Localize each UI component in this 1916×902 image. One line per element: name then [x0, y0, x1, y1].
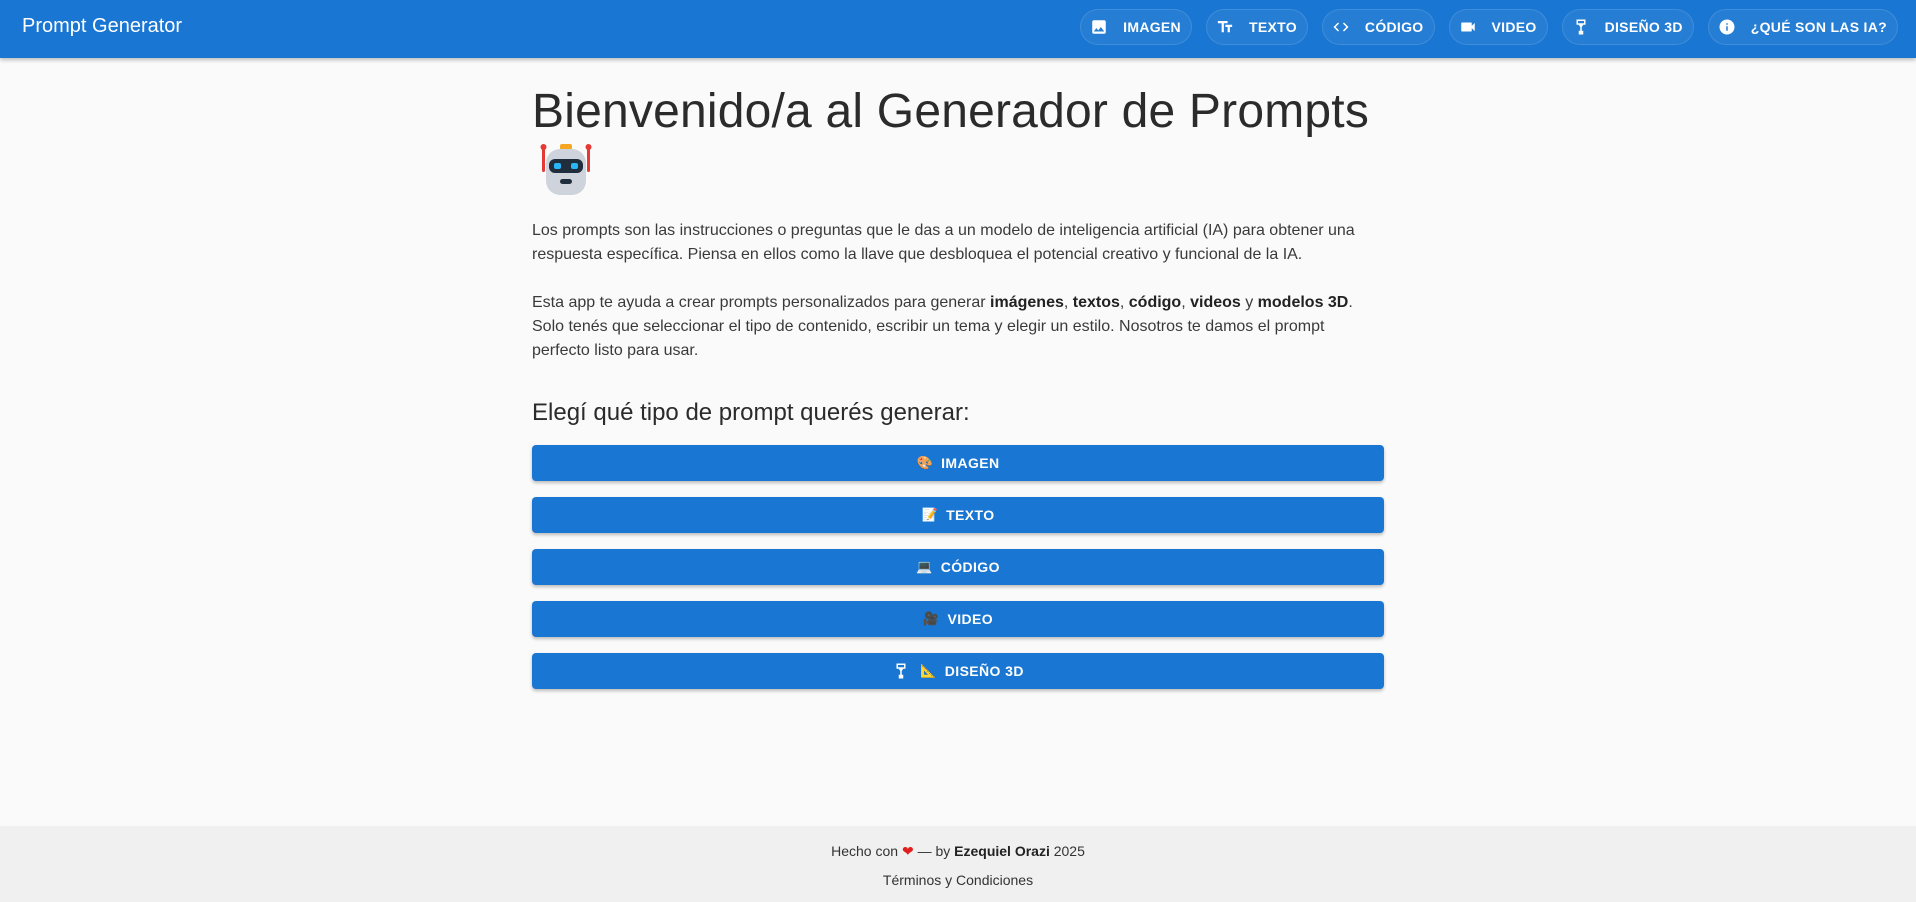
author-name: Ezequiel Orazi — [954, 843, 1050, 859]
terms-link[interactable]: Términos y Condiciones — [0, 872, 1916, 888]
laptop-icon: 💻 — [916, 558, 933, 574]
app-title[interactable]: Prompt Generator — [22, 15, 182, 38]
intro-text: Los prompts son las instrucciones o preg… — [532, 219, 1384, 363]
page-title: Bienvenido/a al Generador de Prompts — [532, 85, 1370, 138]
section-subtitle: Elegí qué tipo de prompt querés generar: — [532, 398, 970, 426]
choice-label: CÓDIGO — [940, 558, 1000, 575]
footer: Hecho con ❤ — by Ezequiel Orazi 2025 Tér… — [0, 826, 1916, 902]
3d-print-icon — [892, 662, 910, 680]
nav-video-button[interactable]: VIDEO — [1448, 9, 1548, 45]
prompt-type-list: 🎨 IMAGEN 📝 TEXTO 💻 CÓDIGO 🎥 VIDEO 📐 DISE… — [532, 444, 1384, 689]
choice-diseno-3d-button[interactable]: 📐 DISEÑO 3D — [532, 652, 1384, 689]
palette-icon: 🎨 — [916, 454, 934, 470]
text-fields-icon — [1215, 17, 1235, 37]
nav-label: TEXTO — [1248, 19, 1297, 35]
choice-imagen-button[interactable]: 🎨 IMAGEN — [532, 444, 1384, 481]
footer-credit: Hecho con ❤ — by Ezequiel Orazi 2025 — [831, 843, 1085, 859]
choice-label: DISEÑO 3D — [944, 662, 1024, 679]
image-icon — [1089, 17, 1109, 37]
intro-paragraph-1: Los prompts son las instrucciones o preg… — [532, 221, 1355, 263]
choice-texto-button[interactable]: 📝 TEXTO — [532, 496, 1384, 533]
choice-label: VIDEO — [947, 610, 994, 627]
intro-paragraph-2: Esta app te ayuda a crear prompts person… — [532, 293, 1353, 359]
triangular-ruler-icon: 📐 — [920, 662, 937, 678]
info-icon — [1717, 17, 1737, 37]
nav-label: DISEÑO 3D — [1604, 19, 1683, 35]
nav-diseno-3d-button[interactable]: DISEÑO 3D — [1561, 9, 1694, 45]
nav-texto-button[interactable]: TEXTO — [1205, 9, 1308, 45]
app-bar: Prompt Generator IMAGEN TEXTO CÓDIGO VID… — [0, 0, 1916, 58]
main-content: Bienvenido/a al Generador de Prompts Los… — [532, 84, 1384, 689]
nav-label: CÓDIGO — [1364, 19, 1424, 35]
3d-print-icon — [1571, 17, 1591, 37]
nav-que-son-las-ia-button[interactable]: ¿QUÉ SON LAS IA? — [1707, 9, 1898, 45]
choice-label: TEXTO — [946, 506, 995, 523]
nav-label: ¿QUÉ SON LAS IA? — [1750, 19, 1887, 35]
choice-video-button[interactable]: 🎥 VIDEO — [532, 600, 1384, 637]
nav-imagen-button[interactable]: IMAGEN — [1080, 9, 1192, 45]
top-nav: IMAGEN TEXTO CÓDIGO VIDEO DISEÑO 3D ¿QUÉ… — [1080, 9, 1898, 45]
code-icon — [1331, 17, 1351, 37]
nav-label: IMAGEN — [1123, 19, 1181, 35]
memo-icon: 📝 — [921, 506, 939, 522]
choice-label: IMAGEN — [941, 454, 1000, 471]
videocam-icon — [1458, 17, 1478, 37]
movie-camera-icon: 🎥 — [922, 610, 940, 626]
robot-icon — [540, 143, 592, 195]
choice-codigo-button[interactable]: 💻 CÓDIGO — [532, 548, 1384, 585]
nav-codigo-button[interactable]: CÓDIGO — [1321, 9, 1435, 45]
nav-label: VIDEO — [1491, 19, 1537, 35]
heart-icon: ❤ — [901, 843, 914, 859]
